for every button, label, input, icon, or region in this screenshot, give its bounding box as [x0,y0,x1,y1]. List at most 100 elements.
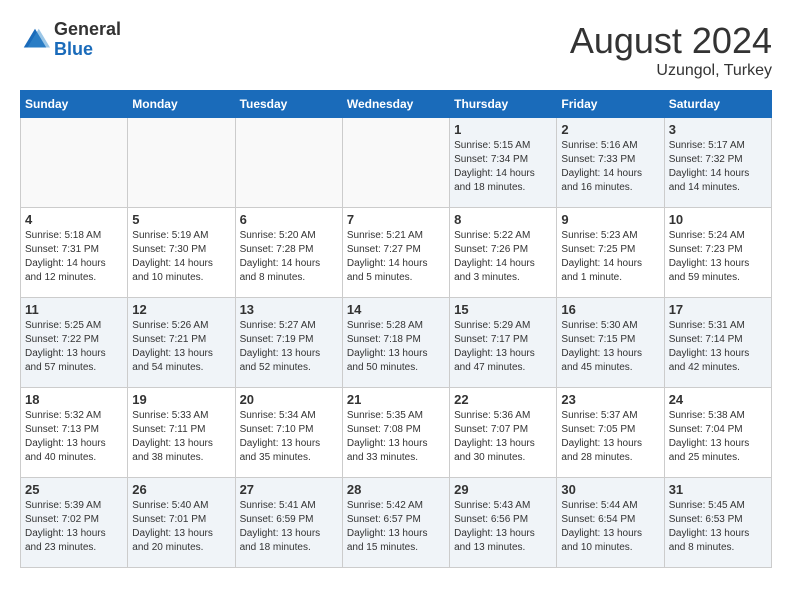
calendar-cell: 14 Sunrise: 5:28 AM Sunset: 7:18 PM Dayli… [342,298,449,388]
day-number: 14 [347,302,445,317]
header-day-thursday: Thursday [450,91,557,118]
calendar-cell [128,118,235,208]
day-number: 18 [25,392,123,407]
day-detail: Sunrise: 5:31 AM Sunset: 7:14 PM Dayligh… [669,319,767,375]
logo-icon [20,25,50,55]
day-number: 15 [454,302,552,317]
day-number: 25 [25,482,123,497]
day-detail: Sunrise: 5:40 AM Sunset: 7:01 PM Dayligh… [132,499,230,555]
calendar-cell: 23Sunrise: 5:37 AM Sunset: 7:05 PM Dayli… [557,388,664,478]
day-number: 9 [561,212,659,227]
day-detail: Sunrise: 5:30 AM Sunset: 7:15 PM Dayligh… [561,319,659,375]
day-number: 27 [240,482,338,497]
calendar-cell: 2 Sunrise: 5:16 AM Sunset: 7:33 PM Daylig… [557,118,664,208]
logo: General Blue [20,20,121,60]
calendar-cell: 31Sunrise: 5:45 AM Sunset: 6:53 PM Dayli… [664,478,771,568]
calendar-body: 1Sunrise: 5:15 AM Sunset: 7:34 PM Daylig… [21,118,772,568]
calendar-cell: 5 Sunrise: 5:19 AM Sunset: 7:30 PM Daylig… [128,208,235,298]
calendar-cell [342,118,449,208]
day-number: 12 [132,302,230,317]
day-detail: Sunrise: 5:38 AM Sunset: 7:04 PM Dayligh… [669,409,767,465]
day-number: 24 [669,392,767,407]
day-number: 30 [561,482,659,497]
calendar-cell: 6 Sunrise: 5:20 AM Sunset: 7:28 PM Daylig… [235,208,342,298]
calendar-cell: 12 Sunrise: 5:26 AM Sunset: 7:21 PM Dayli… [128,298,235,388]
calendar-cell: 20Sunrise: 5:34 AM Sunset: 7:10 PM Dayli… [235,388,342,478]
day-number: 17 [669,302,767,317]
calendar-cell: 25 Sunrise: 5:39 AM Sunset: 7:02 PM Dayli… [21,478,128,568]
week-row-1: 1Sunrise: 5:15 AM Sunset: 7:34 PM Daylig… [21,118,772,208]
day-detail: Sunrise: 5:20 AM Sunset: 7:28 PM Dayligh… [240,229,338,285]
calendar-cell: 16 Sunrise: 5:30 AM Sunset: 7:15 PM Dayli… [557,298,664,388]
day-detail: Sunrise: 5:28 AM Sunset: 7:18 PM Dayligh… [347,319,445,375]
calendar-cell: 22Sunrise: 5:36 AM Sunset: 7:07 PM Dayli… [450,388,557,478]
day-number: 10 [669,212,767,227]
logo-blue-text: Blue [54,39,93,59]
calendar-cell: 9Sunrise: 5:23 AM Sunset: 7:25 PM Daylig… [557,208,664,298]
calendar-cell: 21Sunrise: 5:35 AM Sunset: 7:08 PM Dayli… [342,388,449,478]
day-detail: Sunrise: 5:43 AM Sunset: 6:56 PM Dayligh… [454,499,552,555]
day-detail: Sunrise: 5:36 AM Sunset: 7:07 PM Dayligh… [454,409,552,465]
location: Uzungol, Turkey [570,62,772,80]
week-row-3: 11Sunrise: 5:25 AM Sunset: 7:22 PM Dayli… [21,298,772,388]
day-detail: Sunrise: 5:44 AM Sunset: 6:54 PM Dayligh… [561,499,659,555]
day-number: 21 [347,392,445,407]
week-row-4: 18 Sunrise: 5:32 AM Sunset: 7:13 PM Dayli… [21,388,772,478]
day-detail: Sunrise: 5:26 AM Sunset: 7:21 PM Dayligh… [132,319,230,375]
week-row-5: 25 Sunrise: 5:39 AM Sunset: 7:02 PM Dayli… [21,478,772,568]
calendar-cell: 13Sunrise: 5:27 AM Sunset: 7:19 PM Dayli… [235,298,342,388]
title-section: August 2024 Uzungol, Turkey [570,20,772,80]
header-row: SundayMondayTuesdayWednesdayThursdayFrid… [21,91,772,118]
day-detail: Sunrise: 5:17 AM Sunset: 7:32 PM Dayligh… [669,139,767,195]
calendar-cell: 27 Sunrise: 5:41 AM Sunset: 6:59 PM Dayli… [235,478,342,568]
calendar-cell [235,118,342,208]
day-detail: Sunrise: 5:25 AM Sunset: 7:22 PM Dayligh… [25,319,123,375]
day-detail: Sunrise: 5:39 AM Sunset: 7:02 PM Dayligh… [25,499,123,555]
day-number: 4 [25,212,123,227]
calendar-cell: 8 Sunrise: 5:22 AM Sunset: 7:26 PM Daylig… [450,208,557,298]
header-day-sunday: Sunday [21,91,128,118]
header-day-tuesday: Tuesday [235,91,342,118]
day-detail: Sunrise: 5:32 AM Sunset: 7:13 PM Dayligh… [25,409,123,465]
day-number: 20 [240,392,338,407]
day-detail: Sunrise: 5:29 AM Sunset: 7:17 PM Dayligh… [454,319,552,375]
header-day-monday: Monday [128,91,235,118]
logo-general-text: General [54,19,121,39]
day-number: 26 [132,482,230,497]
day-number: 3 [669,122,767,137]
calendar-cell: 15 Sunrise: 5:29 AM Sunset: 7:17 PM Dayli… [450,298,557,388]
calendar-cell: 24 Sunrise: 5:38 AM Sunset: 7:04 PM Dayli… [664,388,771,478]
month-year: August 2024 [570,20,772,62]
calendar-cell: 18 Sunrise: 5:32 AM Sunset: 7:13 PM Dayli… [21,388,128,478]
calendar-cell: 19Sunrise: 5:33 AM Sunset: 7:11 PM Dayli… [128,388,235,478]
day-detail: Sunrise: 5:16 AM Sunset: 7:33 PM Dayligh… [561,139,659,195]
day-number: 23 [561,392,659,407]
day-detail: Sunrise: 5:21 AM Sunset: 7:27 PM Dayligh… [347,229,445,285]
day-number: 8 [454,212,552,227]
day-number: 7 [347,212,445,227]
day-detail: Sunrise: 5:45 AM Sunset: 6:53 PM Dayligh… [669,499,767,555]
calendar-header: SundayMondayTuesdayWednesdayThursdayFrid… [21,91,772,118]
calendar-cell: 28Sunrise: 5:42 AM Sunset: 6:57 PM Dayli… [342,478,449,568]
day-number: 6 [240,212,338,227]
calendar-cell: 10 Sunrise: 5:24 AM Sunset: 7:23 PM Dayli… [664,208,771,298]
day-number: 5 [132,212,230,227]
calendar-table: SundayMondayTuesdayWednesdayThursdayFrid… [20,90,772,568]
calendar-cell: 1Sunrise: 5:15 AM Sunset: 7:34 PM Daylig… [450,118,557,208]
day-detail: Sunrise: 5:24 AM Sunset: 7:23 PM Dayligh… [669,229,767,285]
week-row-2: 4 Sunrise: 5:18 AM Sunset: 7:31 PM Daylig… [21,208,772,298]
calendar-cell: 30 Sunrise: 5:44 AM Sunset: 6:54 PM Dayli… [557,478,664,568]
day-detail: Sunrise: 5:41 AM Sunset: 6:59 PM Dayligh… [240,499,338,555]
day-detail: Sunrise: 5:18 AM Sunset: 7:31 PM Dayligh… [25,229,123,285]
day-number: 16 [561,302,659,317]
calendar-cell: 17 Sunrise: 5:31 AM Sunset: 7:14 PM Dayli… [664,298,771,388]
calendar-cell: 29Sunrise: 5:43 AM Sunset: 6:56 PM Dayli… [450,478,557,568]
header-day-wednesday: Wednesday [342,91,449,118]
day-number: 1 [454,122,552,137]
day-detail: Sunrise: 5:22 AM Sunset: 7:26 PM Dayligh… [454,229,552,285]
calendar-cell: 26 Sunrise: 5:40 AM Sunset: 7:01 PM Dayli… [128,478,235,568]
day-detail: Sunrise: 5:33 AM Sunset: 7:11 PM Dayligh… [132,409,230,465]
day-detail: Sunrise: 5:19 AM Sunset: 7:30 PM Dayligh… [132,229,230,285]
page-header: General Blue August 2024 Uzungol, Turkey [20,20,772,80]
day-number: 2 [561,122,659,137]
